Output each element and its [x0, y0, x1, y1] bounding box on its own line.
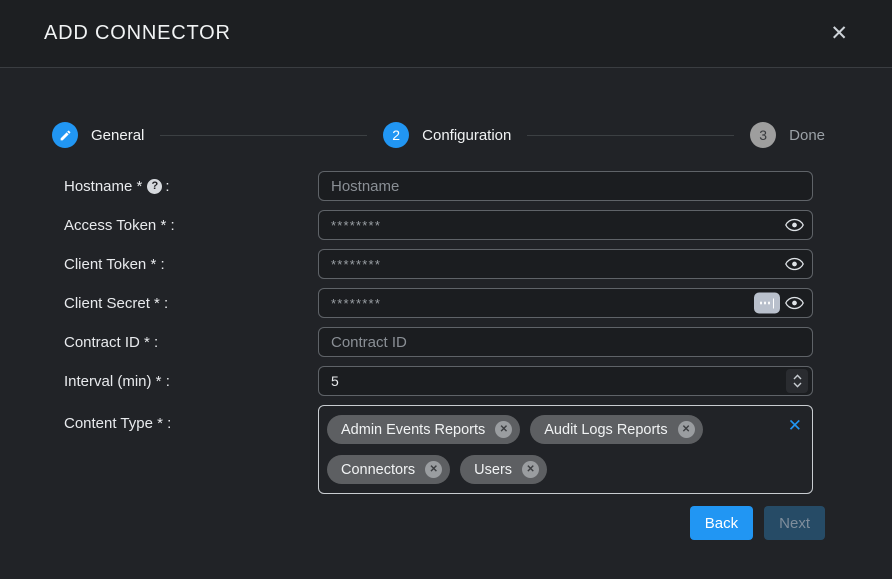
content-type-field-wrap: Admin Events Reports ✕ Audit Logs Report…: [318, 405, 813, 494]
step-configuration-label: Configuration: [422, 127, 511, 144]
client-secret-field-wrap: [318, 288, 813, 318]
number-stepper-icon[interactable]: [786, 369, 808, 393]
tag-users: Users ✕: [460, 455, 547, 484]
wizard-stepper: General 2 Configuration 3 Done: [52, 122, 825, 148]
eye-icon[interactable]: [785, 257, 804, 271]
contract-id-input[interactable]: [318, 327, 813, 357]
next-button[interactable]: Next: [764, 506, 825, 540]
access-token-row: Access Token * :: [64, 210, 825, 240]
tag-connectors: Connectors ✕: [327, 455, 450, 484]
interval-row: Interval (min) * :: [64, 366, 825, 396]
content-type-multiselect[interactable]: Admin Events Reports ✕ Audit Logs Report…: [318, 405, 813, 494]
client-token-input[interactable]: [318, 249, 813, 279]
interval-field-wrap: [318, 366, 813, 396]
tag-admin-events-reports: Admin Events Reports ✕: [327, 415, 520, 444]
tag-audit-logs-reports: Audit Logs Reports ✕: [530, 415, 702, 444]
modal-title: ADD CONNECTOR: [44, 22, 231, 45]
client-secret-input[interactable]: [318, 288, 813, 318]
client-secret-row: Client Secret * :: [64, 288, 825, 318]
tag-remove-icon[interactable]: ✕: [425, 461, 442, 478]
stepper-connector: [160, 135, 367, 136]
modal-body: General 2 Configuration 3 Done Hostname …: [0, 68, 892, 579]
client-token-row: Client Token * :: [64, 249, 825, 279]
access-token-field-wrap: [318, 210, 813, 240]
connector-config-form: Hostname * ? : Access Token * :: [64, 171, 825, 540]
client-secret-label: Client Secret * :: [64, 295, 318, 312]
step-2-badge: 2: [383, 122, 409, 148]
client-token-label: Client Token * :: [64, 256, 318, 273]
stepper-connector: [527, 135, 734, 136]
content-type-label: Content Type * :: [64, 415, 318, 432]
tag-remove-icon[interactable]: ✕: [495, 421, 512, 438]
hostname-input[interactable]: [318, 171, 813, 201]
step-done-label: Done: [789, 127, 825, 144]
eye-icon[interactable]: [785, 218, 804, 232]
password-autofill-icon[interactable]: [754, 293, 780, 314]
pencil-icon: [52, 122, 78, 148]
contract-id-label: Contract ID * :: [64, 334, 318, 351]
interval-label: Interval (min) * :: [64, 373, 318, 390]
modal-footer-buttons: Back Next: [64, 506, 825, 540]
step-configuration[interactable]: 2 Configuration: [383, 122, 511, 148]
content-type-row: Content Type * : Admin Events Reports ✕ …: [64, 405, 825, 494]
step-general[interactable]: General: [52, 122, 144, 148]
eye-icon[interactable]: [785, 296, 804, 310]
step-general-label: General: [91, 127, 144, 144]
interval-input[interactable]: [318, 366, 813, 396]
hostname-field-wrap: [318, 171, 813, 201]
hostname-label: Hostname * ? :: [64, 178, 318, 195]
contract-id-row: Contract ID * :: [64, 327, 825, 357]
hostname-row: Hostname * ? :: [64, 171, 825, 201]
back-button[interactable]: Back: [690, 506, 753, 540]
close-icon[interactable]: ✕: [826, 21, 852, 46]
step-3-badge: 3: [750, 122, 776, 148]
contract-id-field-wrap: [318, 327, 813, 357]
modal-header: ADD CONNECTOR ✕: [0, 0, 892, 68]
add-connector-modal: ADD CONNECTOR ✕ General 2 Configuration …: [0, 0, 892, 579]
access-token-label: Access Token * :: [64, 217, 318, 234]
tag-remove-icon[interactable]: ✕: [678, 421, 695, 438]
access-token-input[interactable]: [318, 210, 813, 240]
step-done: 3 Done: [750, 122, 825, 148]
tag-remove-icon[interactable]: ✕: [522, 461, 539, 478]
client-token-field-wrap: [318, 249, 813, 279]
clear-all-icon[interactable]: ✕: [788, 417, 802, 434]
help-icon[interactable]: ?: [147, 179, 162, 194]
